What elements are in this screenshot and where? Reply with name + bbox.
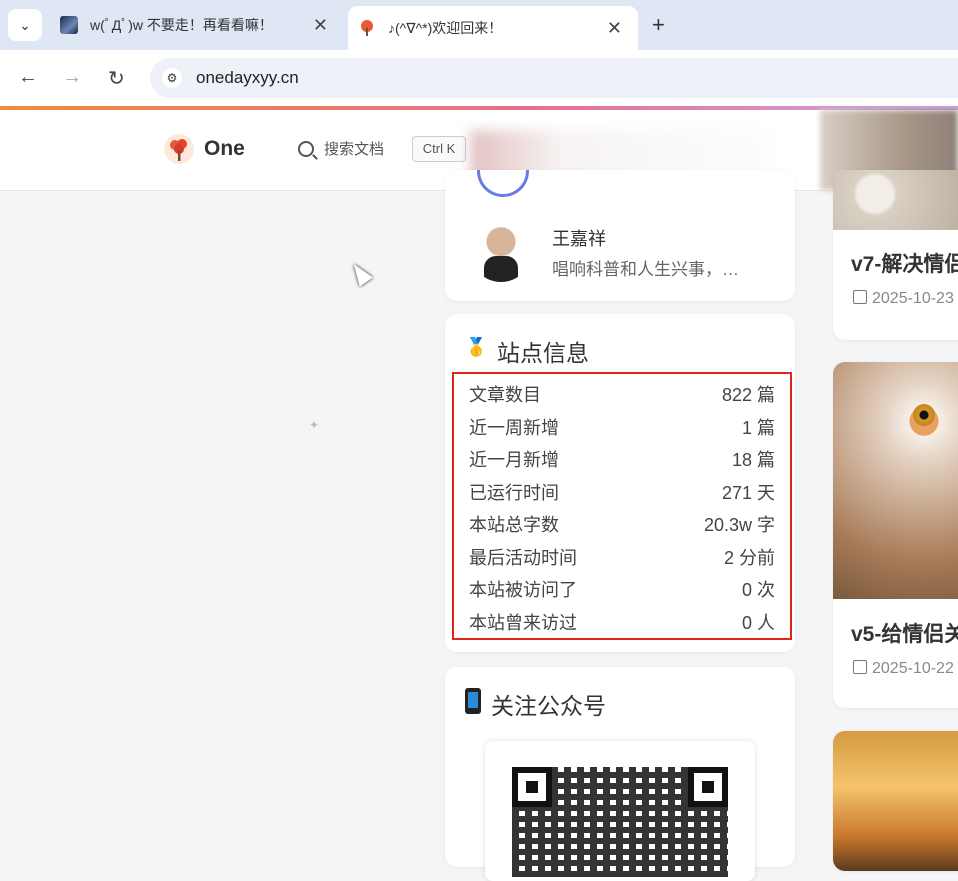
stat-label: 近一周新增 [469, 418, 559, 438]
stat-value: 2 分前 [723, 548, 775, 568]
stat-label: 文章数目 [469, 385, 541, 405]
site-info-card: 🥇 站点信息 文章数目 822 篇 近一周新增 1 篇 近一月新增 18 篇 已运行时… [445, 314, 795, 652]
new-tab-plus-icon[interactable]: + [652, 12, 665, 38]
post-date-text: 2025-10-23 [872, 290, 954, 307]
author-card: 王嘉祥 唱响科普和人生兴事，… [445, 170, 795, 301]
close-icon[interactable]: ✕ [607, 18, 622, 39]
qr-code [485, 741, 755, 881]
post-date: 2025-10-23 [853, 290, 954, 308]
search-icon [298, 140, 314, 157]
post-card[interactable]: v7-解决情侣 2025-10-23 [833, 170, 958, 340]
stat-row: 文章数目 822 篇 [469, 377, 775, 407]
stat-row: 本站曾来访过 0 人 [469, 605, 775, 635]
avatar[interactable] [477, 170, 529, 197]
stat-value: 1 篇 [741, 418, 775, 438]
site-settings-icon[interactable]: ⚙ [162, 68, 182, 88]
stat-value: 20.3w 字 [703, 515, 775, 535]
stat-value: 822 篇 [721, 385, 775, 405]
search-button[interactable]: 搜索文档 [298, 138, 384, 159]
author-description: 唱响科普和人生兴事，… [552, 260, 739, 279]
stat-label: 本站曾来访过 [469, 613, 577, 633]
cat-eye [913, 404, 935, 426]
stat-row: 近一月新增 18 篇 [469, 442, 775, 472]
back-arrow-icon[interactable]: ← [18, 66, 38, 89]
phone-icon [465, 688, 481, 714]
post-title[interactable]: v5-给情侣关 [851, 618, 958, 648]
post-date: 2025-10-22 [853, 660, 954, 678]
tab-title: ♪(^∇^*)欢迎回来！ [388, 20, 503, 36]
site-logo-text[interactable]: One [204, 137, 245, 161]
wechat-card: 关注公众号 [445, 667, 795, 881]
url-text[interactable]: onedayxyy.cn [196, 68, 299, 88]
post-card[interactable] [833, 731, 958, 871]
stat-row: 近一周新增 1 篇 [469, 410, 775, 440]
stat-value: 0 次 [741, 580, 775, 600]
chevron-down-icon: ⌄ [19, 16, 31, 33]
tab-title: w(ﾟДﾟ)w 不要走！再看看嘛！ [90, 17, 273, 33]
close-icon[interactable]: ✕ [313, 15, 328, 36]
search-shortcut-badge: Ctrl K [412, 136, 466, 162]
address-bar[interactable]: ⚙ onedayxyy.cn [150, 58, 958, 98]
stat-row: 本站总字数 20.3w 字 [469, 507, 775, 537]
forward-arrow-icon[interactable]: → [62, 66, 82, 89]
stat-label: 已运行时间 [469, 483, 559, 503]
stat-label: 近一月新增 [469, 450, 559, 470]
stat-value: 271 天 [721, 483, 775, 503]
post-card[interactable]: v5-给情侣关 2025-10-22 [833, 362, 958, 708]
browser-tab-bar: ⌄ w(ﾟДﾟ)w 不要走！再看看嘛！ ✕ ♪(^∇^*)欢迎回来！ ✕ + [0, 0, 958, 50]
author-name[interactable]: 王嘉祥 [552, 225, 606, 251]
wechat-title: 关注公众号 [491, 693, 606, 719]
stat-row: 本站被访问了 0 次 [469, 572, 775, 602]
site-favicon [361, 20, 373, 36]
post-date-text: 2025-10-22 [872, 660, 954, 677]
qr-finder [512, 767, 552, 807]
reload-icon[interactable]: ↻ [108, 66, 125, 91]
tab-search-button[interactable]: ⌄ [8, 9, 42, 41]
highlight-box: 文章数目 822 篇 近一周新增 1 篇 近一月新增 18 篇 已运行时间 271 天 … [452, 372, 792, 640]
stat-label: 本站总字数 [469, 515, 559, 535]
post-thumbnail[interactable] [833, 362, 958, 599]
mouse-cursor [347, 259, 373, 287]
calendar-icon [853, 290, 867, 304]
post-title[interactable]: v7-解决情侣 [851, 248, 958, 278]
sparkle-icon: ✦ [309, 418, 320, 432]
stat-label: 本站被访问了 [469, 580, 577, 600]
stat-row: 已运行时间 271 天 [469, 475, 775, 505]
search-label: 搜索文档 [324, 141, 385, 158]
post-thumbnail[interactable] [833, 731, 958, 871]
stat-label: 最后活动时间 [469, 548, 577, 568]
avatar[interactable] [470, 220, 532, 282]
stat-row: 最后活动时间 2 分前 [469, 540, 775, 570]
site-info-title: 站点信息 [497, 340, 589, 366]
post-thumbnail[interactable] [833, 170, 958, 230]
tree-logo-icon[interactable] [164, 134, 194, 164]
calendar-icon [853, 660, 867, 674]
stat-value: 0 人 [741, 613, 775, 633]
stat-value: 18 篇 [731, 450, 775, 470]
browser-toolbar: ← → ↻ ⚙ onedayxyy.cn [0, 50, 958, 106]
qr-finder [688, 767, 728, 807]
tab-active[interactable]: ♪(^∇^*)欢迎回来！ ✕ [348, 6, 638, 50]
tab-favicon [60, 16, 78, 34]
tab-inactive[interactable]: w(ﾟДﾟ)w 不要走！再看看嘛！ ✕ [52, 6, 344, 44]
medal-icon: 🥇 [465, 337, 488, 357]
